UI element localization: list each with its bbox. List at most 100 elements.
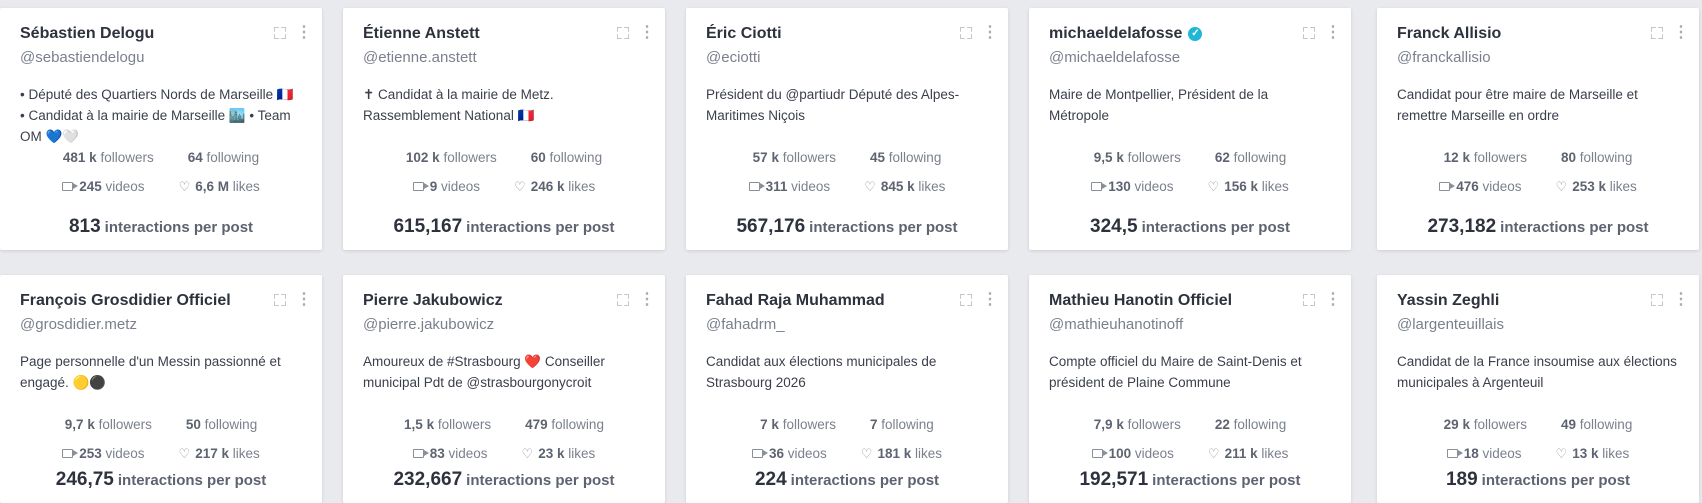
profile-card[interactable]: ⋮ Sébastien Delogu @sebastiendelogu • Dé… <box>0 8 322 250</box>
more-vertical-icon[interactable]: ⋮ <box>639 292 655 308</box>
following-label: following <box>881 417 934 432</box>
profile-handle[interactable]: @etienne.anstett <box>363 48 645 68</box>
profile-handle[interactable]: @fahadrm_ <box>706 315 988 335</box>
profile-name[interactable]: Fahad Raja Muhammad <box>706 291 988 311</box>
more-vertical-icon[interactable]: ⋮ <box>1673 292 1689 308</box>
expand-icon[interactable] <box>960 27 972 39</box>
expand-icon[interactable] <box>960 294 972 306</box>
likes-label: likes <box>1261 179 1289 194</box>
expand-icon[interactable] <box>1303 27 1315 39</box>
following-count: 80 <box>1561 150 1577 165</box>
interactions-label: interactions per post <box>466 472 615 489</box>
following-stat: 49 following <box>1561 415 1632 435</box>
videos-label: videos <box>791 179 831 194</box>
profile-stats: 29 k followers 49 following 18 videos ♡ 1… <box>1397 415 1679 464</box>
profile-stats: 102 k followers 60 following 9 videos ♡ 2… <box>363 148 645 197</box>
following-label: following <box>204 417 258 432</box>
profile-handle[interactable]: @largenteuillais <box>1397 315 1679 335</box>
expand-icon[interactable] <box>1651 294 1663 306</box>
profile-name[interactable]: michaeldelafosse ✓ <box>1049 24 1331 44</box>
followers-label: followers <box>437 417 492 432</box>
influencer-card-grid: ⋮ Sébastien Delogu @sebastiendelogu • Dé… <box>0 0 1702 503</box>
more-vertical-icon[interactable]: ⋮ <box>639 25 655 41</box>
following-stat: 7 following <box>870 415 934 435</box>
more-vertical-icon[interactable]: ⋮ <box>1325 292 1341 308</box>
followers-count: 7,9 k <box>1093 417 1124 432</box>
profile-handle[interactable]: @eciotti <box>706 48 988 68</box>
followers-label: followers <box>1473 150 1527 165</box>
following-count: 479 <box>525 417 548 432</box>
profile-card[interactable]: ⋮ Franck Allisio @franckallisio Candidat… <box>1377 8 1699 250</box>
following-count: 50 <box>185 417 201 432</box>
followers-label: followers <box>1127 150 1181 165</box>
more-vertical-icon[interactable]: ⋮ <box>982 25 998 41</box>
likes-stat: ♡ 253 k likes <box>1556 177 1637 197</box>
profile-handle[interactable]: @michaeldelafosse <box>1049 48 1331 68</box>
profile-handle[interactable]: @mathieuhanotinoff <box>1049 315 1331 335</box>
likes-label: likes <box>915 446 943 461</box>
more-vertical-icon[interactable]: ⋮ <box>296 25 312 41</box>
likes-label: likes <box>568 446 596 461</box>
followers-count: 9,7 k <box>64 417 95 432</box>
profile-stats: 7 k followers 7 following 36 videos ♡ 181… <box>706 415 988 464</box>
profile-handle[interactable]: @franckallisio <box>1397 48 1679 68</box>
profile-name[interactable]: Yassin Zeghli <box>1397 291 1679 311</box>
heart-icon: ♡ <box>860 446 873 461</box>
profile-name[interactable]: Éric Ciotti <box>706 24 988 44</box>
expand-icon[interactable] <box>1651 27 1663 39</box>
videos-label: videos <box>1134 446 1174 461</box>
video-camera-icon <box>751 448 768 458</box>
videos-stat: 18 videos <box>1446 444 1522 464</box>
videos-stat: 130 videos <box>1091 177 1174 197</box>
interactions-per-post: 615,167 interactions per post <box>343 216 665 238</box>
profile-card[interactable]: ⋮ Mathieu Hanotin Officiel @mathieuhanot… <box>1029 275 1351 503</box>
profile-name[interactable]: Étienne Anstett <box>363 24 645 44</box>
followers-label: followers <box>1127 417 1181 432</box>
expand-icon[interactable] <box>1303 294 1315 306</box>
profile-name[interactable]: Franck Allisio <box>1397 24 1679 44</box>
card-actions: ⋮ <box>1303 25 1341 41</box>
profile-name[interactable]: Mathieu Hanotin Officiel <box>1049 291 1331 311</box>
card-actions: ⋮ <box>274 25 312 41</box>
expand-icon[interactable] <box>617 294 629 306</box>
profile-card[interactable]: ⋮ Pierre Jakubowicz @pierre.jakubowicz A… <box>343 275 665 503</box>
profile-card[interactable]: ⋮ Éric Ciotti @eciotti Président du @par… <box>686 8 1008 250</box>
interactions-per-post: 232,667 interactions per post <box>343 469 665 491</box>
card-actions: ⋮ <box>960 292 998 308</box>
expand-icon[interactable] <box>617 27 629 39</box>
videos-count: 245 <box>79 179 102 194</box>
profile-handle[interactable]: @pierre.jakubowicz <box>363 315 645 335</box>
profile-card[interactable]: ⋮ Étienne Anstett @etienne.anstett ✝ Can… <box>343 8 665 250</box>
expand-icon[interactable] <box>274 27 286 39</box>
profile-name[interactable]: Sébastien Delogu <box>20 24 302 44</box>
interactions-label: interactions per post <box>790 472 940 489</box>
expand-icon[interactable] <box>274 294 286 306</box>
videos-stat: 245 videos <box>62 177 145 197</box>
profile-name[interactable]: Pierre Jakubowicz <box>363 291 645 311</box>
videos-count: 130 <box>1108 179 1131 194</box>
videos-count: 36 <box>768 446 784 461</box>
profile-handle[interactable]: @grosdidier.metz <box>20 315 302 335</box>
videos-count: 18 <box>1463 446 1479 461</box>
more-vertical-icon[interactable]: ⋮ <box>1325 25 1341 41</box>
more-vertical-icon[interactable]: ⋮ <box>296 292 312 308</box>
video-camera-icon <box>1446 448 1463 458</box>
followers-stat: 481 k followers <box>63 148 154 168</box>
interactions-value: 246,75 <box>55 469 114 490</box>
videos-label: videos <box>441 179 481 194</box>
profile-bio: Compte officiel du Maire de Saint-Denis … <box>1049 354 1302 390</box>
profile-card[interactable]: ⋮ Yassin Zeghli @largenteuillais Candida… <box>1377 275 1699 503</box>
profile-bio: • Député des Quartiers Nords de Marseill… <box>20 87 294 144</box>
profile-handle[interactable]: @sebastiendelogu <box>20 48 302 68</box>
more-vertical-icon[interactable]: ⋮ <box>1673 25 1689 41</box>
profile-name[interactable]: François Grosdidier Officiel <box>20 291 302 311</box>
profile-bio: Maire de Montpellier, Président de la Mé… <box>1049 87 1269 123</box>
following-stat: 64 following <box>188 148 259 168</box>
likes-count: 211 k <box>1224 446 1258 461</box>
profile-card[interactable]: ⋮ Fahad Raja Muhammad @fahadrm_ Candidat… <box>686 275 1008 503</box>
profile-card[interactable]: ⋮ François Grosdidier Officiel @grosdidi… <box>0 275 322 503</box>
followers-count: 57 k <box>752 150 779 165</box>
verified-badge-icon: ✓ <box>1188 27 1203 41</box>
profile-card[interactable]: ⋮ michaeldelafosse ✓ @michaeldelafosse M… <box>1029 8 1351 250</box>
more-vertical-icon[interactable]: ⋮ <box>982 292 998 308</box>
